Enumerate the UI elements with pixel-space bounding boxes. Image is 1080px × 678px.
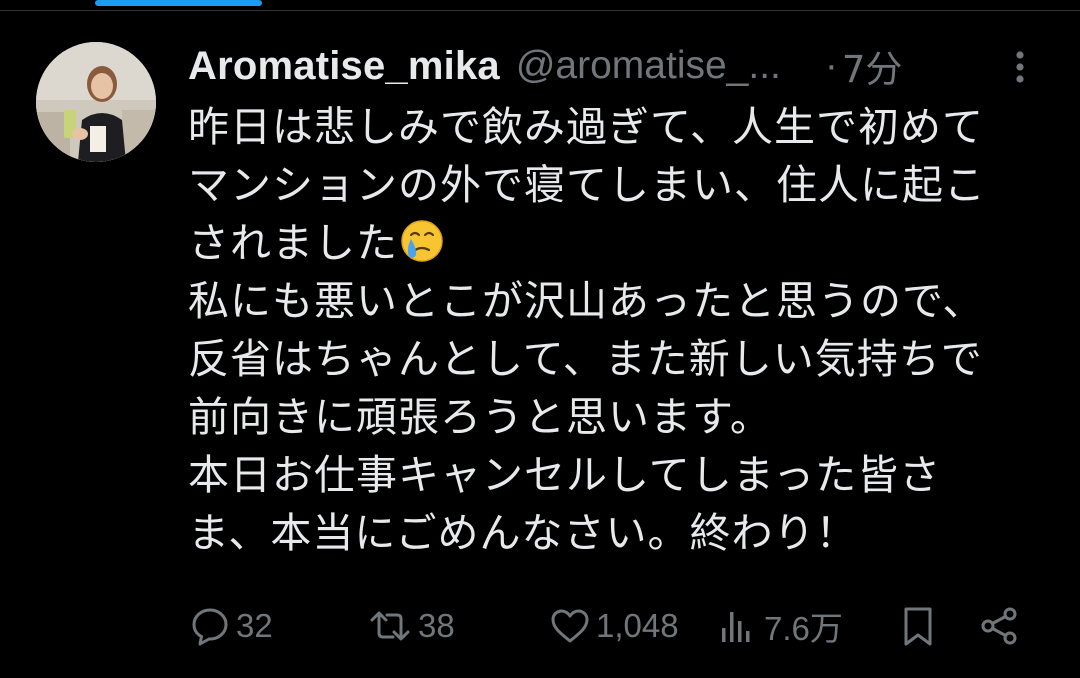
tweet-text-line: ま、本当にごめんなさい。終わり！: [188, 509, 858, 557]
bookmark-button[interactable]: [896, 600, 940, 652]
view-count: 7.6万: [764, 610, 843, 647]
share-icon: [981, 607, 1017, 645]
more-options-button[interactable]: [1004, 45, 1036, 89]
tweet-text-line: されました: [188, 214, 1058, 272]
display-name[interactable]: Aromatise_mika: [188, 44, 500, 89]
repost-button[interactable]: 38: [366, 600, 455, 652]
top-divider: [0, 10, 1080, 11]
repost-icon: [370, 611, 410, 641]
timestamp[interactable]: 7分: [842, 39, 903, 93]
tweet-text-line: 本日お仕事キャンセルしてしまった皆さ: [188, 451, 942, 499]
tweet-text: 昨日は悲しみで飲み過ぎて、人生で初めて マンションの外で寝てしまい、住人に起こ …: [188, 98, 1058, 562]
like-button[interactable]: 1,048: [548, 600, 679, 652]
user-handle[interactable]: @aromatise_...: [516, 44, 781, 88]
share-button[interactable]: [978, 600, 1022, 652]
bookmark-icon: [904, 607, 932, 646]
reply-button[interactable]: 32: [188, 600, 273, 652]
more-vertical-icon: [1016, 51, 1024, 83]
tweet-text-line: 前向きに頑張ろうと思います。: [188, 393, 772, 441]
repost-count: 38: [418, 607, 455, 644]
like-count: 1,048: [596, 607, 679, 644]
active-tab-indicator: [95, 0, 262, 6]
tweet-text-line: 反省はちゃんとして、また新しい気持ちで: [188, 335, 983, 383]
reply-count: 32: [236, 607, 273, 644]
tweet-header: Aromatise_mika @aromatise_... · 7分: [188, 40, 1048, 92]
heart-icon: [551, 609, 589, 643]
separator-dot: ·: [824, 44, 838, 87]
views-bar-chart-icon: [722, 612, 750, 642]
face-holding-back-tears-emoji: [400, 219, 444, 263]
tweet-text-segment: されました: [188, 219, 398, 267]
tweet-text-line: マンションの外で寝てしまい、住人に起こ: [188, 161, 986, 209]
views-button[interactable]: 7.6万: [716, 600, 843, 652]
tweet-text-line: 私にも悪いとこが沢山あったと思うので、: [188, 277, 985, 325]
reply-bubble-icon: [192, 608, 228, 646]
tweet-action-bar: 32 38 1,048 7.6万: [0, 600, 1080, 652]
avatar[interactable]: [36, 42, 156, 162]
tweet-text-line: 昨日は悲しみで飲み過ぎて、人生で初めて: [188, 103, 984, 151]
